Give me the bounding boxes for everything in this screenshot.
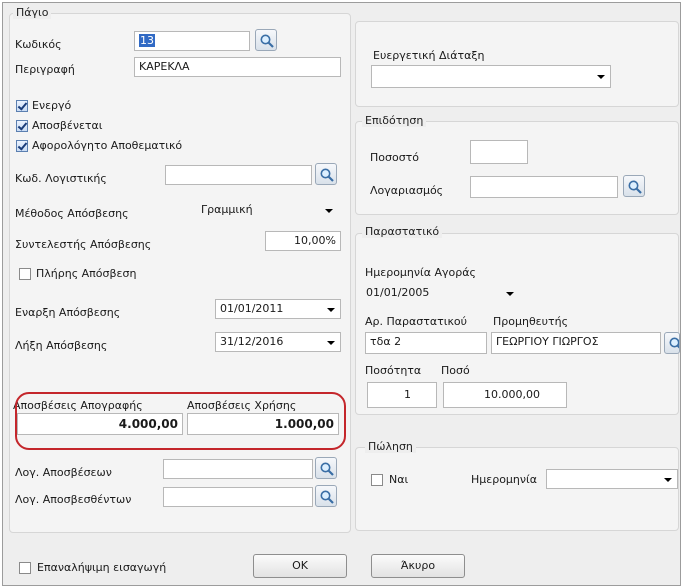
code-input[interactable]: 13 — [134, 31, 250, 51]
search-icon — [320, 490, 334, 504]
end-label: Λήξη Απόσβεσης — [15, 339, 108, 352]
code-search-button[interactable] — [255, 29, 277, 51]
method-value: Γραμμική — [201, 203, 253, 216]
ok-button[interactable]: OK — [253, 554, 347, 578]
dep-account-search-button[interactable] — [315, 457, 337, 479]
highlight-annotation — [15, 392, 346, 450]
asset-panel-title: Πάγιο — [13, 6, 52, 19]
account-code-input[interactable] — [165, 165, 312, 185]
taxfree-checkbox[interactable] — [16, 140, 28, 152]
active-checkbox[interactable] — [16, 100, 28, 112]
subsidy-account-input[interactable] — [470, 176, 618, 198]
purchase-date-value: 01/01/2005 — [366, 286, 430, 299]
sale-date-select[interactable] — [546, 469, 678, 489]
repeat-insert-checkbox[interactable] — [19, 562, 31, 574]
depd-account-search-button[interactable] — [315, 485, 337, 507]
chevron-down-icon — [506, 292, 514, 296]
amount-label: Ποσό — [441, 364, 470, 377]
beneficial-label: Ευεργετική Διάταξη — [373, 49, 485, 62]
start-date-select[interactable]: 01/01/2011 — [215, 299, 341, 319]
start-label: Εναρξη Απόσβεσης — [15, 306, 121, 319]
depd-account-label: Λογ. Αποσβεσθέντων — [15, 493, 132, 506]
chevron-down-icon — [327, 308, 335, 312]
doc-no-label: Αρ. Παραστατικού — [365, 315, 468, 328]
search-icon — [320, 168, 334, 182]
search-icon — [320, 462, 334, 476]
rate-label: Συντελεστής Απόσβεσης — [15, 238, 152, 251]
start-date-value: 01/01/2011 — [220, 302, 284, 315]
dep-account-label: Λογ. Αποσβέσεων — [15, 466, 112, 479]
method-label: Μέθοδος Απόσβεσης — [15, 207, 129, 220]
purchase-date-label: Ημερομηνία Αγοράς — [365, 266, 476, 279]
sale-title: Πώληση — [365, 440, 416, 453]
description-input[interactable]: ΚΑΡΕΚΛΑ — [134, 57, 341, 77]
qty-label: Ποσότητα — [365, 364, 422, 377]
method-select[interactable]: Γραμμική — [196, 200, 339, 220]
full-depreciation-checkbox[interactable] — [19, 268, 31, 280]
sale-yes-label: Ναι — [389, 473, 409, 486]
code-value: 13 — [139, 34, 155, 47]
subsidy-account-label: Λογαριασμός — [370, 184, 444, 197]
subsidy-percent-label: Ποσοστό — [370, 151, 420, 164]
search-icon — [669, 337, 679, 349]
chevron-down-icon — [597, 75, 605, 79]
chevron-down-icon — [664, 478, 672, 482]
chevron-down-icon — [327, 341, 335, 345]
form-frame: Πάγιο Κωδικός 13 Περιγραφή ΚΑΡΕΚΛΑ Ενεργ… — [2, 2, 681, 586]
active-label: Ενεργό — [32, 99, 72, 112]
dep-account-input[interactable] — [163, 459, 313, 479]
beneficial-panel — [355, 21, 679, 107]
sale-panel — [355, 447, 679, 531]
subsidy-percent-input[interactable] — [470, 140, 528, 164]
search-icon — [628, 180, 642, 194]
chevron-down-icon — [325, 209, 333, 213]
supplier-input[interactable]: ΓΕΩΡΓΙΟΥ ΓΙΩΡΓΟΣ — [491, 332, 661, 354]
subsidy-panel — [355, 121, 679, 215]
sale-date-label: Ημερομηνία — [471, 473, 538, 486]
purchase-date-select[interactable]: 01/01/2005 — [365, 283, 525, 303]
supplier-label: Προμηθευτής — [493, 315, 569, 328]
depreciable-checkbox[interactable] — [16, 120, 28, 132]
amount-input[interactable]: 10.000,00 — [443, 382, 567, 408]
end-date-value: 31/12/2016 — [220, 335, 284, 348]
code-label: Κωδικός — [15, 38, 62, 51]
sale-yes-checkbox[interactable] — [371, 474, 383, 486]
account-code-label: Κωδ. Λογιστικής — [15, 172, 107, 185]
subsidy-account-search-button[interactable] — [623, 175, 645, 197]
document-title: Παραστατικό — [362, 225, 443, 238]
depreciable-label: Αποσβένεται — [32, 119, 103, 132]
beneficial-select[interactable] — [371, 65, 611, 88]
cancel-button[interactable]: Άκυρο — [371, 554, 465, 578]
full-depreciation-label: Πλήρης Απόσβεση — [36, 267, 137, 280]
doc-no-input[interactable]: τδα 2 — [365, 332, 487, 354]
subsidy-title: Επιδότηση — [362, 114, 427, 127]
end-date-select[interactable]: 31/12/2016 — [215, 332, 341, 352]
description-label: Περιγραφή — [15, 63, 75, 76]
depd-account-input[interactable] — [163, 487, 313, 507]
search-icon — [260, 34, 274, 48]
asset-form-window: Πάγιο Κωδικός 13 Περιγραφή ΚΑΡΕΚΛΑ Ενεργ… — [0, 0, 683, 588]
qty-input[interactable]: 1 — [367, 382, 437, 408]
supplier-search-button[interactable] — [664, 332, 680, 354]
repeat-insert-label: Επαναλήψιμη εισαγωγή — [37, 561, 167, 574]
taxfree-label: Αφορολόγητο Αποθεματικό — [32, 139, 183, 152]
account-code-search-button[interactable] — [315, 163, 337, 185]
rate-input[interactable]: 10,00% — [265, 231, 341, 251]
